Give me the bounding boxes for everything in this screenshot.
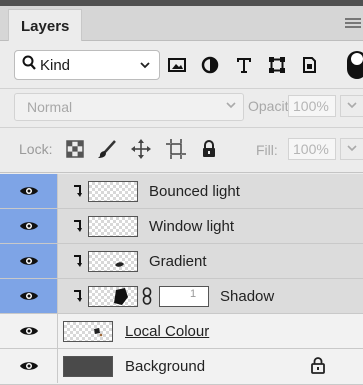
clipping-mask-arrow-icon xyxy=(72,185,82,200)
mask-link-chain-icon[interactable] xyxy=(142,287,152,310)
visibility-toggle[interactable] xyxy=(0,209,57,243)
filter-kind-label: Kind xyxy=(40,57,71,74)
layer-name[interactable]: Gradient xyxy=(149,253,207,270)
blend-mode-select[interactable]: Normal xyxy=(14,93,244,121)
visibility-toggle[interactable] xyxy=(0,314,57,348)
layer-content: Background xyxy=(57,349,363,383)
filter-kind-select[interactable]: Kind xyxy=(14,50,160,80)
type-filter-icon[interactable] xyxy=(233,54,255,76)
smart-object-filter-icon[interactable] xyxy=(298,54,320,76)
opacity-input[interactable]: 100% xyxy=(288,95,336,117)
lock-label: Lock: xyxy=(19,141,53,157)
layer-name[interactable]: Background xyxy=(125,358,205,375)
chevron-down-icon xyxy=(139,57,151,73)
lock-all-icon[interactable] xyxy=(198,138,220,160)
fill-label: Fill: xyxy=(256,142,278,158)
layer-thumbnail[interactable] xyxy=(88,286,138,307)
eye-icon xyxy=(19,327,38,335)
image-filter-icon[interactable] xyxy=(166,54,188,76)
tab-layers[interactable]: Layers xyxy=(8,9,82,41)
layer-name[interactable]: Shadow xyxy=(220,288,274,305)
divider xyxy=(0,127,363,128)
layer-thumbnail[interactable] xyxy=(88,251,138,272)
layers-panel: Layers Kind Normal Opacity: 100% Lock: F… xyxy=(0,0,363,385)
visibility-toggle[interactable] xyxy=(0,174,57,208)
fill-dropdown-button[interactable] xyxy=(340,138,363,160)
lock-position-move-icon[interactable] xyxy=(130,138,152,160)
layers-list: Bounced light Window light Gradient 1 Sh… xyxy=(0,174,363,385)
layer-thumbnail[interactable] xyxy=(63,356,113,377)
layer-thumbnail[interactable] xyxy=(88,216,138,237)
clipping-mask-arrow-icon xyxy=(72,255,82,270)
layer-mask-thumbnail[interactable]: 1 xyxy=(159,286,209,307)
visibility-toggle[interactable] xyxy=(0,244,57,278)
layer-content: Window light xyxy=(57,209,363,243)
layer-row[interactable]: Window light xyxy=(0,209,363,244)
layer-content: Local Colour xyxy=(57,314,363,348)
layer-name[interactable]: Bounced light xyxy=(149,183,240,200)
search-icon xyxy=(22,55,36,76)
clipping-mask-arrow-icon xyxy=(72,290,82,305)
layer-content: 1 Shadow xyxy=(57,279,363,313)
layer-content: Gradient xyxy=(57,244,363,278)
eye-icon xyxy=(19,292,38,300)
lock-image-pixels-brush-icon[interactable] xyxy=(96,138,118,160)
blend-row: Normal Opacity: 100% xyxy=(0,89,363,125)
layer-content: Bounced light xyxy=(57,174,363,208)
layer-row[interactable]: Local Colour xyxy=(0,314,363,349)
lock-transparent-pixels-icon[interactable] xyxy=(64,138,86,160)
layer-name[interactable]: Local Colour xyxy=(125,323,209,340)
tab-layers-label: Layers xyxy=(21,18,70,35)
lock-row: Lock: Fill: 100% xyxy=(0,129,363,169)
layer-mask-label: 1 xyxy=(190,288,197,300)
filter-row: Kind xyxy=(0,41,363,88)
layer-row[interactable]: 1 Shadow xyxy=(0,279,363,314)
eye-icon xyxy=(19,257,38,265)
eye-icon xyxy=(19,222,38,230)
clipping-mask-arrow-icon xyxy=(72,220,82,235)
layer-thumbnail[interactable] xyxy=(63,321,113,342)
eye-icon xyxy=(19,187,38,195)
panel-tab-row: Layers xyxy=(0,6,363,41)
chevron-down-icon xyxy=(225,98,237,113)
opacity-dropdown-button[interactable] xyxy=(340,95,363,117)
fill-input[interactable]: 100% xyxy=(288,138,336,160)
visibility-toggle[interactable] xyxy=(0,279,57,313)
panel-menu-icon[interactable] xyxy=(345,18,361,30)
shape-filter-icon[interactable] xyxy=(266,54,288,76)
lock-artboard-icon[interactable] xyxy=(165,138,187,160)
adjustment-filter-icon[interactable] xyxy=(199,54,221,76)
filter-toggle-icon[interactable] xyxy=(345,49,363,81)
layer-lock-icon[interactable] xyxy=(311,357,325,379)
eye-icon xyxy=(19,362,38,370)
layer-name[interactable]: Window light xyxy=(149,218,234,235)
blend-mode-label: Normal xyxy=(27,99,73,115)
layer-row[interactable]: Background xyxy=(0,349,363,385)
visibility-toggle[interactable] xyxy=(0,349,57,383)
layer-row[interactable]: Gradient xyxy=(0,244,363,279)
divider xyxy=(0,172,363,173)
layer-row[interactable]: Bounced light xyxy=(0,174,363,209)
layer-thumbnail[interactable] xyxy=(88,181,138,202)
